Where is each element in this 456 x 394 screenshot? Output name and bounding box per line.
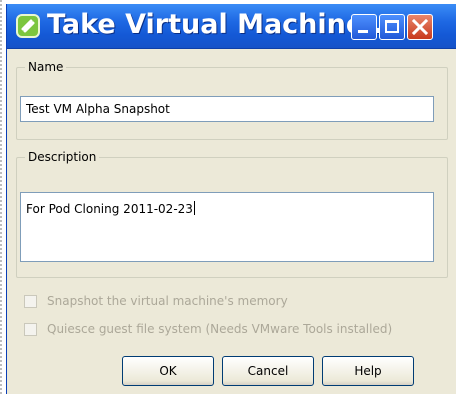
description-text: For Pod Cloning 2011-02-23 [26,202,193,216]
quiesce-option[interactable]: Quiesce guest file system (Needs VMware … [24,320,392,338]
help-button[interactable]: Help [322,356,414,386]
text-caret [193,201,195,215]
title-bar[interactable]: Take Virtual Machine ... [7,4,456,49]
name-legend: Name [28,60,64,74]
cancel-button[interactable]: Cancel [222,356,314,386]
maximize-icon [385,20,399,33]
ok-button[interactable]: OK [122,356,214,386]
name-input[interactable]: Test VM Alpha Snapshot [20,96,434,122]
snapshot-app-icon [16,14,40,38]
close-icon [412,19,428,35]
minimize-icon [358,30,368,33]
quiesce-label: Quiesce guest file system (Needs VMware … [47,322,393,336]
maximize-button[interactable] [379,14,405,40]
description-input[interactable]: For Pod Cloning 2011-02-23 [20,192,434,262]
quiesce-checkbox[interactable] [24,322,37,336]
close-button[interactable] [407,14,433,40]
description-legend: Description [28,150,97,164]
dashed-border [0,0,4,394]
memory-snapshot-checkbox[interactable] [24,294,37,308]
minimize-button[interactable] [351,14,377,40]
memory-snapshot-label: Snapshot the virtual machine's memory [47,294,288,308]
memory-snapshot-option[interactable]: Snapshot the virtual machine's memory [24,292,288,310]
